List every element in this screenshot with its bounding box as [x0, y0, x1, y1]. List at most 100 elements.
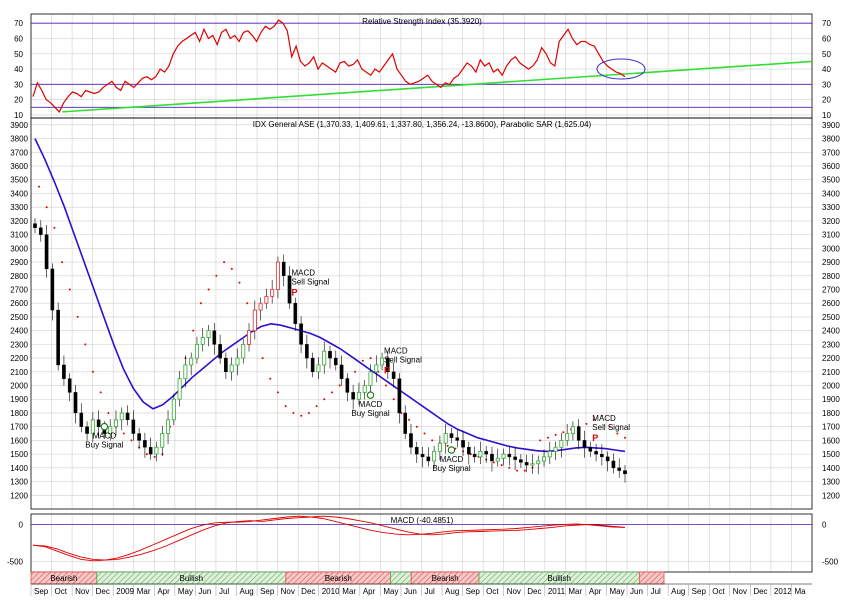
- price-tick-right: 3600: [822, 162, 840, 171]
- x-tick-label: Sep: [466, 587, 481, 596]
- x-tick-label: 2009: [116, 587, 134, 596]
- price-tick-right: 1900: [822, 395, 840, 404]
- x-tick-label: Dec: [753, 587, 767, 596]
- x-tick-label: Mar: [342, 587, 356, 596]
- price-tick-left: 1700: [10, 423, 28, 432]
- candle-down: [409, 433, 413, 448]
- sar-dot: [500, 464, 503, 467]
- price-tick-left: 2400: [10, 327, 28, 336]
- candle-down: [611, 460, 616, 469]
- candle-up: [553, 446, 558, 452]
- sar-dot: [415, 425, 418, 428]
- x-tick-label: Sep: [34, 587, 49, 596]
- price-grid: [31, 118, 812, 509]
- sar-dot: [408, 418, 411, 421]
- candle-down: [345, 378, 350, 393]
- sar-dot: [207, 288, 210, 291]
- candle-up: [362, 385, 367, 393]
- macd-series-lines: [32, 515, 626, 562]
- sar-dot: [546, 436, 549, 439]
- sar-dot: [307, 412, 310, 414]
- signal-label-type: Sell Signal: [384, 356, 422, 365]
- candle-down: [79, 412, 84, 427]
- sar-dot: [76, 315, 79, 318]
- x-tick-label: Jul: [425, 587, 435, 596]
- candle-down: [44, 234, 49, 270]
- x-tick-label: Dec: [96, 587, 110, 596]
- sar-dot: [385, 384, 387, 387]
- candle-up: [270, 289, 275, 297]
- sar-dot: [269, 377, 272, 380]
- price-tick-left: 2100: [10, 368, 28, 377]
- price-tick-left: 2500: [10, 313, 28, 322]
- x-tick-label: Apr: [157, 587, 170, 596]
- candle-down: [38, 227, 43, 235]
- x-tick-label: Nov: [507, 587, 521, 596]
- signal-label-macd: MACD: [93, 432, 117, 441]
- candle-up: [530, 463, 535, 466]
- price-tick-left: 2600: [10, 299, 28, 308]
- sar-dot: [331, 391, 333, 394]
- rsi-tick-right: 40: [822, 65, 831, 74]
- sar-dot: [261, 357, 264, 360]
- stock-chart-canvas: 10 10 20 20 30 30 40 40 50 50 60 60 70 70 Relative St…: [7, 13, 840, 596]
- buy-signal-marker: [366, 391, 375, 399]
- price-tick-left: 2700: [10, 285, 28, 294]
- price-tick-right: 3800: [822, 135, 840, 144]
- candle-up: [252, 309, 257, 332]
- price-tick-left: 1600: [10, 436, 28, 445]
- parabolic-sar-dots: [38, 185, 626, 472]
- sar-dot: [369, 357, 372, 360]
- price-tick-left: 3400: [10, 189, 28, 198]
- price-tick-right: 3300: [822, 203, 840, 212]
- sar-dot: [323, 398, 326, 401]
- candle-up: [183, 364, 188, 380]
- signal-label-type: Buy Signal: [351, 409, 389, 418]
- sell-signal-marker: P: [592, 433, 598, 443]
- x-tick-label: Oct: [712, 587, 725, 596]
- candle-down: [73, 392, 78, 414]
- sar-dot: [508, 466, 511, 469]
- candle-up: [547, 450, 552, 458]
- candle-down: [293, 303, 298, 324]
- candle-up: [235, 357, 240, 366]
- rsi-series-line: [32, 19, 626, 113]
- candle-down: [351, 392, 355, 400]
- candle-down: [397, 378, 402, 414]
- rsi-panel: 10 10 20 20 30 30 40 40 50 50 60 60 70 70 Relative St…: [14, 13, 831, 120]
- candle-down: [67, 378, 72, 393]
- x-tick-label: Oct: [486, 587, 499, 596]
- candle-down: [467, 447, 471, 455]
- candle-up: [154, 446, 159, 455]
- sar-dot: [554, 433, 557, 436]
- sar-dot: [292, 412, 295, 414]
- macd-tick-left: 0: [19, 520, 24, 529]
- price-tick-right: 1600: [822, 436, 840, 445]
- rsi-grid: [31, 14, 812, 118]
- price-tick-right: 2300: [822, 340, 840, 349]
- price-tick-left: 1300: [10, 478, 28, 487]
- sar-dot: [84, 343, 87, 346]
- macd-tick-left: -500: [7, 558, 24, 567]
- price-tick-left: 3300: [10, 203, 28, 212]
- x-tick-label: May: [178, 587, 193, 596]
- x-tick-label: Mar: [568, 587, 582, 596]
- candle-up: [368, 371, 373, 386]
- candle-down: [449, 433, 454, 438]
- candle-down: [623, 470, 627, 475]
- sar-dot: [616, 432, 619, 435]
- price-tick-right: 3900: [822, 121, 840, 130]
- x-tick-label: Apr: [589, 587, 602, 596]
- sar-dot: [361, 359, 364, 362]
- x-tick-label: Sep: [260, 587, 275, 596]
- x-tick-label: Dec: [527, 587, 541, 596]
- price-tick-left: 1800: [10, 409, 28, 418]
- price-tick-left: 3700: [10, 148, 28, 157]
- candle-down: [62, 364, 66, 379]
- x-tick-label: Aug: [671, 587, 685, 596]
- macd-panel: 0 0 -500 -500 MACD (-40.4851): [7, 513, 839, 573]
- x-tick-label: Nov: [281, 587, 295, 596]
- rsi-tick-left: 70: [14, 19, 23, 28]
- rsi-tick-right: 10: [822, 111, 831, 120]
- x-tick-label: Ma: [794, 587, 806, 596]
